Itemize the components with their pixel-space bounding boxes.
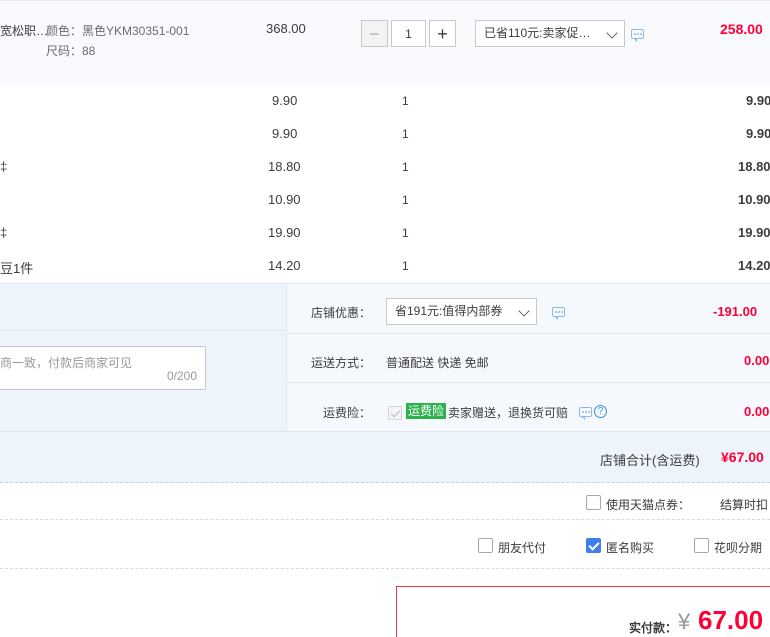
shipping-method: 普通配送 快递 免邮 — [386, 356, 489, 370]
quantity-increase-button[interactable]: + — [429, 20, 456, 47]
shop-discount-label: 店铺优惠： — [311, 306, 372, 320]
item-price: 19.90 — [268, 225, 301, 240]
item-qty: 1 — [402, 226, 409, 240]
item-subtotal: 10.90 — [738, 192, 770, 207]
message-icon[interactable] — [579, 407, 592, 420]
item-sku-size: 尺码：88 — [46, 44, 96, 58]
anonymous-label: 匿名购买 — [606, 541, 655, 555]
insurance-badge: 运费险 — [406, 403, 447, 419]
shop-discount-selected: 省191元:值得内部券 — [395, 304, 503, 318]
item-subtotal: 14.20 — [738, 258, 770, 273]
divider — [286, 382, 770, 383]
item-qty: 1 — [402, 127, 409, 141]
insurance-checkbox[interactable] — [388, 406, 402, 420]
item-price: 10.90 — [268, 192, 301, 207]
friend-pay-label: 朋友代付 — [498, 541, 547, 555]
divider — [0, 431, 770, 432]
coupon-row: 使用天猫点券： 结算时扣 — [0, 484, 770, 520]
coupon-checkbox[interactable] — [586, 495, 601, 510]
shipping-label: 运送方式： — [311, 356, 372, 370]
quantity-decrease-button[interactable]: − — [361, 20, 388, 47]
insurance-text: 卖家赠送，退换货可赔 — [448, 406, 569, 420]
friend-pay-checkbox[interactable] — [478, 538, 493, 553]
insurance-label: 运费险： — [323, 406, 372, 420]
item-sku-color: 颜色：黑色YKM30351-001 — [46, 24, 190, 38]
quantity-input[interactable] — [391, 20, 426, 47]
huabei-checkbox[interactable] — [694, 538, 709, 553]
quantity-stepper: − + — [361, 20, 456, 47]
help-icon[interactable]: ? — [594, 405, 607, 418]
shop-discount-dropdown[interactable]: 省191元:值得内部券 — [386, 298, 537, 325]
item-price: 9.90 — [272, 126, 298, 141]
chevron-down-icon — [606, 27, 618, 39]
memo-placeholder: 商一致，付款后商家可见 — [0, 356, 133, 370]
divider — [286, 333, 770, 334]
item-qty: 1 — [402, 259, 409, 273]
order-item-main: 宽松职… 颜色：黑色YKM30351-001 尺码：88 368.00 − + … — [0, 0, 770, 85]
item-subtotal: 9.90 — [746, 93, 770, 108]
shop-discount-value: -191.00 — [713, 304, 758, 319]
item-promo-dropdown[interactable]: 已省110元:卖家促… — [475, 20, 625, 47]
item-subtotal: 19.90 — [738, 225, 770, 240]
shop-summary-panel: 商一致，付款后商家可见 0/200 店铺优惠： 省191元:值得内部券 -191… — [0, 283, 770, 483]
item-subtotal: 18.80 — [738, 159, 770, 174]
item-price: 14.20 — [268, 258, 301, 273]
item-name-fragment: 豆1件 — [0, 261, 34, 276]
payment-label: 实付款： — [629, 621, 678, 635]
item-title[interactable]: 宽松职… — [0, 22, 48, 39]
divider — [0, 330, 286, 331]
currency-symbol: ¥ — [678, 609, 691, 634]
settle-label: 结算时扣 — [720, 498, 769, 512]
purchase-options-row: 朋友代付 匿名购买 花呗分期 — [0, 521, 770, 569]
item-qty: 1 — [402, 193, 409, 207]
shop-total-label: 店铺合计(含运费) — [600, 453, 700, 468]
item-promo-selected: 已省110元:卖家促… — [484, 26, 591, 40]
message-icon[interactable] — [631, 29, 644, 42]
insurance-fee: 0.00 — [744, 404, 770, 419]
buyer-memo-textarea[interactable]: 商一致，付款后商家可见 0/200 — [0, 346, 206, 390]
chevron-down-icon — [518, 305, 530, 317]
divider — [286, 284, 287, 431]
item-qty: 1 — [402, 160, 409, 174]
huabei-label: 花呗分期 — [714, 541, 763, 555]
item-unit-price: 368.00 — [266, 21, 306, 36]
payment-amount: 67.00 — [698, 605, 764, 635]
item-price: 18.80 — [268, 159, 301, 174]
item-subtotal: 9.90 — [746, 126, 770, 141]
shipping-fee: 0.00 — [744, 353, 770, 368]
payment-summary-box: 实付款： ¥ 67.00 — [396, 586, 770, 637]
item-subtotal: 258.00 — [720, 21, 763, 37]
item-qty: 1 — [402, 94, 409, 108]
coupon-label: 使用天猫点券： — [606, 498, 691, 512]
item-price: 9.90 — [272, 93, 298, 108]
anonymous-checkbox[interactable] — [586, 538, 601, 553]
item-name-fragment: ‡ — [0, 225, 8, 240]
shop-total-value: ¥67.00 — [721, 449, 764, 465]
message-icon[interactable] — [552, 307, 565, 320]
item-name-fragment: ‡ — [0, 159, 8, 174]
memo-char-count: 0/200 — [166, 369, 197, 383]
